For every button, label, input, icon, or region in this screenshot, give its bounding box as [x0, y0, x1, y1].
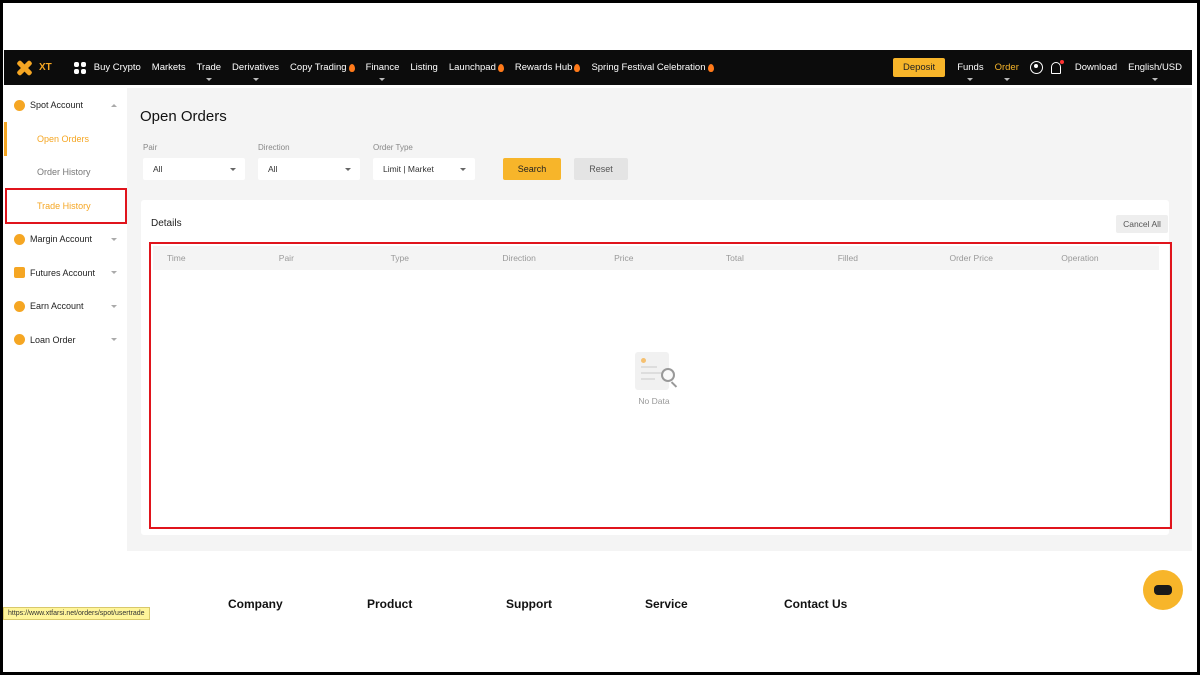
- chevron-down-icon: [460, 168, 466, 171]
- footer-company[interactable]: Company: [228, 597, 283, 611]
- apps-grid-icon[interactable]: [73, 61, 86, 74]
- flame-icon: [497, 63, 504, 72]
- order-type-select[interactable]: Limit | Market: [373, 158, 475, 180]
- sidebar-group-futures-account[interactable]: Futures Account: [4, 256, 127, 290]
- nav-label: Launchpad: [448, 62, 496, 73]
- sidebar-item-order-history[interactable]: Order History: [4, 156, 127, 190]
- footer-contact-us[interactable]: Contact Us: [784, 597, 847, 611]
- sidebar-group-label: Margin Account: [30, 234, 93, 245]
- chevron-down-icon: [230, 168, 236, 171]
- chevron-down-icon: [379, 78, 386, 81]
- chevron-down-icon: [1152, 78, 1159, 81]
- flame-icon: [574, 63, 581, 72]
- chevron-down-icon: [111, 338, 117, 342]
- sidebar-group-margin-account[interactable]: Margin Account: [4, 223, 127, 257]
- nav-label: Listing: [410, 62, 438, 73]
- nav-label: Rewards Hub: [514, 62, 573, 73]
- futures-icon: [14, 267, 25, 279]
- pair-select[interactable]: All: [143, 158, 245, 180]
- nav-trade[interactable]: Trade: [196, 62, 222, 81]
- nav-rewards-hub[interactable]: Rewards Hub: [515, 62, 581, 73]
- trade-history-highlight-box: [5, 188, 127, 224]
- nav-funds[interactable]: Funds: [957, 62, 984, 81]
- nav-label: Download: [1074, 62, 1118, 73]
- sidebar-group-label: Futures Account: [30, 267, 96, 278]
- nav-buy-crypto[interactable]: Buy Crypto: [94, 62, 141, 73]
- orders-table-highlight-box: [149, 242, 1172, 529]
- direction-select[interactable]: All: [258, 158, 360, 180]
- details-title: Details: [151, 218, 182, 229]
- sidebar-group-label: Loan Order: [30, 334, 76, 345]
- nav-label: Finance: [365, 62, 400, 73]
- xt-logo-icon: [14, 59, 34, 77]
- top-navigation-bar: XT Buy Crypto Markets Trade Derivatives …: [4, 50, 1192, 85]
- nav-label: Spring Festival Celebration: [591, 62, 706, 73]
- sidebar-item-open-orders[interactable]: Open Orders: [4, 122, 127, 156]
- nav-label: Trade: [196, 62, 222, 73]
- nav-listing[interactable]: Listing: [410, 62, 437, 73]
- nav-download[interactable]: Download: [1075, 62, 1117, 73]
- sidebar-group-loan-order[interactable]: Loan Order: [4, 323, 127, 357]
- chevron-down-icon: [205, 78, 212, 81]
- sidebar-group-spot-account[interactable]: Spot Account: [4, 88, 127, 122]
- account-sidebar: Spot Account Open Orders Order History T…: [4, 88, 127, 551]
- earn-icon: [14, 300, 25, 312]
- chat-support-icon[interactable]: [1143, 570, 1183, 610]
- footer-support[interactable]: Support: [506, 597, 552, 611]
- nav-derivatives[interactable]: Derivatives: [232, 62, 280, 81]
- footer-service[interactable]: Service: [645, 597, 688, 611]
- chevron-down-icon: [1003, 78, 1010, 81]
- direction-select-value: All: [268, 164, 278, 174]
- chevron-down-icon: [111, 304, 117, 308]
- logo-text: XT: [39, 62, 52, 73]
- order-type-select-value: Limit | Market: [383, 164, 434, 174]
- order-type-filter-label: Order Type: [373, 143, 413, 152]
- pie-chart-icon: [14, 99, 25, 111]
- nav-right-group: Deposit Funds Order Download English/USD: [892, 58, 1182, 81]
- chevron-up-icon: [111, 103, 117, 107]
- chevron-down-icon: [252, 78, 259, 81]
- nav-markets[interactable]: Markets: [152, 62, 186, 73]
- cancel-all-button[interactable]: Cancel All: [1116, 215, 1168, 233]
- reset-button[interactable]: Reset: [574, 158, 628, 180]
- nav-language[interactable]: English/USD: [1128, 62, 1182, 81]
- nav-copy-trading[interactable]: Copy Trading: [290, 62, 355, 73]
- sidebar-group-earn-account[interactable]: Earn Account: [4, 290, 127, 324]
- sidebar-group-label: Earn Account: [30, 301, 84, 312]
- nav-label: Markets: [151, 62, 186, 73]
- nav-label: Order: [994, 62, 1019, 73]
- direction-filter-label: Direction: [258, 143, 290, 152]
- sidebar-group-label: Spot Account: [30, 100, 84, 110]
- chevron-down-icon: [111, 271, 117, 275]
- nav-launchpad[interactable]: Launchpad: [449, 62, 504, 73]
- chevron-down-icon: [967, 78, 974, 81]
- chevron-down-icon: [111, 237, 117, 241]
- nav-label: Derivatives: [232, 62, 280, 73]
- chevron-down-icon: [345, 168, 351, 171]
- margin-icon: [14, 233, 25, 245]
- status-bar-url: https://www.xtfarsi.net/orders/spot/user…: [3, 607, 150, 620]
- nav-order[interactable]: Order: [994, 62, 1019, 81]
- flame-icon: [707, 63, 714, 72]
- pair-select-value: All: [153, 164, 163, 174]
- loan-icon: [14, 334, 25, 346]
- nav-spring-festival[interactable]: Spring Festival Celebration: [591, 62, 714, 73]
- search-button[interactable]: Search: [503, 158, 561, 180]
- page-title: Open Orders: [140, 108, 227, 125]
- notification-bell-icon[interactable]: [1050, 59, 1064, 74]
- nav-label: English/USD: [1128, 62, 1182, 73]
- footer-product[interactable]: Product: [367, 597, 412, 611]
- nav-label: Copy Trading: [290, 62, 347, 73]
- nav-label: Funds: [957, 62, 984, 73]
- flame-icon: [348, 63, 355, 72]
- nav-finance[interactable]: Finance: [365, 62, 400, 81]
- user-account-icon[interactable]: [1029, 61, 1043, 74]
- deposit-button[interactable]: Deposit: [892, 58, 946, 77]
- nav-label: Buy Crypto: [93, 62, 141, 73]
- xt-logo[interactable]: XT: [14, 59, 52, 77]
- pair-filter-label: Pair: [143, 143, 158, 152]
